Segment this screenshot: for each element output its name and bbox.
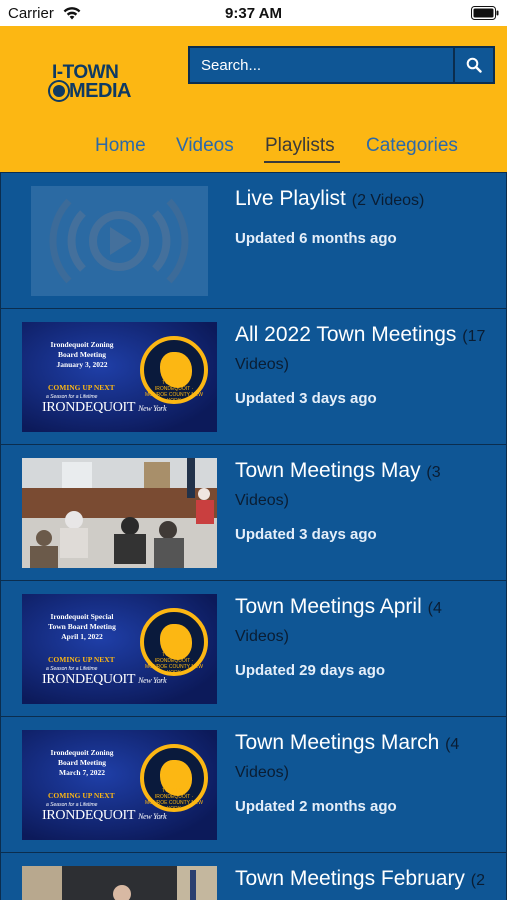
updated-label: Updated 2 months ago: [235, 798, 397, 815]
main-nav: Home Videos Playlists Categories: [0, 135, 507, 165]
playlist-item-live[interactable]: Live Playlist (2 Videos) Updated 6 month…: [0, 172, 507, 308]
card-title: Irondequoit Zoning Board Meeting January 3…: [50, 340, 114, 369]
tab-home[interactable]: Home: [95, 135, 146, 157]
app-header: I-TOWN MEDIA Home Videos Playlists Categ…: [0, 26, 507, 172]
search-input[interactable]: [190, 48, 455, 82]
playlist-thumbnail: [22, 866, 217, 900]
playlist-title: Town Meetings February (2 Videos): [235, 866, 490, 900]
itown-media-logo[interactable]: I-TOWN MEDIA: [50, 62, 136, 102]
status-bar: Carrier 9:37 AM: [0, 0, 507, 26]
playlist-title: Town Meetings April (4 Videos): [235, 595, 442, 645]
meeting-room-image: [22, 458, 217, 568]
coming-up-label: COMING UP NEXT: [48, 655, 115, 664]
tab-categories[interactable]: Categories: [366, 135, 458, 157]
playlist-item[interactable]: Irondequoit Special Town Board Meeting Apr…: [0, 580, 507, 716]
active-tab-indicator: [264, 161, 340, 163]
battery-icon: [471, 6, 499, 20]
playlist-thumbnail: [22, 458, 217, 568]
video-count: (2 Videos): [351, 192, 425, 209]
playlist-title: Town Meetings May (3 Videos): [235, 459, 441, 509]
tab-videos[interactable]: Videos: [176, 135, 234, 157]
updated-label: Updated 3 days ago: [235, 390, 377, 407]
playlist-item[interactable]: Irondequoit Zoning Board Meeting January 3…: [0, 308, 507, 444]
clock: 9:37 AM: [225, 5, 282, 22]
presenter-image: [22, 866, 217, 900]
town-seal-icon: TOWN OF IRONDEQUOIT · MONROE COUNTY NEW …: [140, 744, 208, 812]
playlist-item[interactable]: Town Meetings February (2 Videos): [0, 852, 507, 900]
updated-label: Updated 3 days ago: [235, 526, 377, 543]
updated-label: Updated 29 days ago: [235, 662, 386, 679]
card-title: Irondequoit Zoning Board Meeting March 7, …: [50, 748, 114, 777]
search-icon: [466, 57, 482, 73]
playlist-title: All 2022 Town Meetings (17 Videos): [235, 323, 486, 373]
playlist-item[interactable]: Irondequoit Zoning Board Meeting March 7, …: [0, 716, 507, 852]
tab-playlists[interactable]: Playlists: [265, 135, 335, 157]
broadcast-play-icon: [49, 198, 189, 284]
coming-up-label: COMING UP NEXT: [48, 791, 115, 800]
logo-coin-icon: [50, 82, 68, 100]
playlist-thumbnail: Irondequoit Special Town Board Meeting Apr…: [22, 594, 217, 704]
search-button[interactable]: [453, 48, 493, 82]
town-seal-icon: TOWN OF IRONDEQUOIT · MONROE COUNTY NEW …: [140, 608, 208, 676]
playlist-title: Live Playlist (2 Videos): [235, 187, 425, 210]
card-title: Irondequoit Special Town Board Meeting Apr…: [48, 612, 116, 641]
playlist-item[interactable]: Town Meetings May (3 Videos) Updated 3 d…: [0, 444, 507, 580]
playlist-thumbnail: Irondequoit Zoning Board Meeting March 7, …: [22, 730, 217, 840]
town-seal-icon: TOWN OF IRONDEQUOIT · MONROE COUNTY NEW …: [140, 336, 208, 404]
playlist-thumbnail: Irondequoit Zoning Board Meeting January 3…: [22, 322, 217, 432]
search-bar: [188, 46, 495, 84]
logo-bottom-text: MEDIA: [50, 80, 131, 103]
updated-label: Updated 6 months ago: [235, 230, 397, 247]
playlist-title: Town Meetings March (4 Videos): [235, 731, 460, 781]
coming-up-label: COMING UP NEXT: [48, 383, 115, 392]
playlist-thumbnail: [31, 186, 208, 296]
